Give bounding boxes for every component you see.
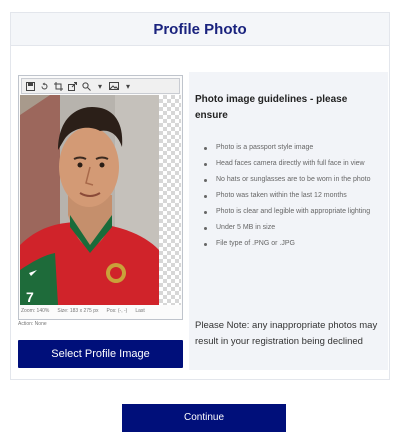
position-status: Pos: (-, -) xyxy=(106,308,128,314)
guidelines-title: Photo image guidelines - please ensure xyxy=(195,94,348,121)
select-profile-image-button[interactable]: Select Profile Image xyxy=(18,340,183,368)
chevron-down-icon[interactable]: ▾ xyxy=(123,81,133,91)
list-item: Photo is a passport style image xyxy=(201,140,383,156)
list-item: Photo was taken within the last 12 month… xyxy=(201,188,383,204)
list-item: Photo is clear and legible with appropri… xyxy=(201,204,383,220)
zoom-status: Zoom: 140% xyxy=(21,308,50,314)
guidelines-note: Please Note: any inappropriate photos ma… xyxy=(195,320,378,347)
page-header: Profile Photo xyxy=(10,12,390,46)
guidelines-list: Photo is a passport style image Head fac… xyxy=(201,140,383,252)
crop-icon[interactable] xyxy=(53,81,63,91)
chevron-down-icon[interactable]: ▾ xyxy=(95,81,105,91)
profile-photo-preview: 7 xyxy=(20,95,159,305)
size-status: Size: 183 x 275 px xyxy=(57,308,99,314)
list-item: No hats or sunglasses are to be worn in … xyxy=(201,172,383,188)
zoom-icon[interactable] xyxy=(81,81,91,91)
list-item: File type of .PNG or .JPG xyxy=(201,236,383,252)
last-status: Last xyxy=(135,308,145,314)
image-icon[interactable] xyxy=(109,81,119,91)
image-editor: ▾ ▾ 7 Zoom: 140% Size: 183 x 275 px Pos:… xyxy=(18,75,183,320)
editor-toolbar: ▾ ▾ xyxy=(21,78,180,94)
rotate-icon[interactable] xyxy=(39,81,49,91)
transparent-area xyxy=(159,95,181,305)
continue-button[interactable]: Continue xyxy=(122,404,286,432)
save-icon[interactable] xyxy=(25,81,35,91)
svg-text:7: 7 xyxy=(26,289,34,305)
list-item: Under 5 MB in size xyxy=(201,220,383,236)
resize-icon[interactable] xyxy=(67,81,77,91)
editor-status-bar: Zoom: 140% Size: 183 x 275 px Pos: (-, -… xyxy=(21,306,181,316)
page-title: Profile Photo xyxy=(153,20,247,38)
action-status: Action: None xyxy=(18,321,47,327)
list-item: Head faces camera directly with full fac… xyxy=(201,156,383,172)
guidelines-panel: Photo image guidelines - please ensure P… xyxy=(189,72,388,370)
